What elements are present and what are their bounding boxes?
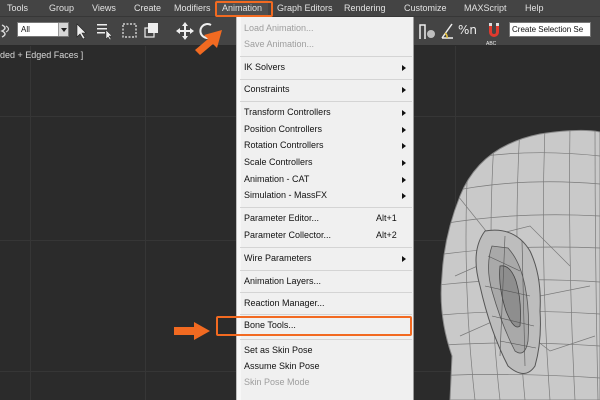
viewport-shading-label[interactable]: ded + Edged Faces ] [0,50,83,60]
submenu-arrow-icon [402,65,406,71]
arrow-to-animation-menu-icon [195,30,222,55]
menu-item-parameter-collector[interactable]: Parameter Collector... [244,230,331,241]
submenu-arrow-icon [402,87,406,93]
chevron-down-icon [58,23,68,36]
submenu-arrow-icon [402,177,406,183]
menu-item-scale-controllers[interactable]: Scale Controllers [244,157,313,168]
menu-item-reaction-manager[interactable]: Reaction Manager... [244,298,325,309]
submenu-arrow-icon [402,127,406,133]
menu-item-set-as-skin-pose[interactable]: Set as Skin Pose [244,345,313,356]
submenu-arrow-icon [402,193,406,199]
submenu-arrow-icon [402,110,406,116]
menu-separator [240,314,412,315]
menu-item-parameter-editor[interactable]: Parameter Editor... [244,213,319,224]
menu-tools[interactable]: Tools [7,0,28,17]
grid-line [30,46,31,400]
menu-gutter [237,17,241,400]
head-mesh [440,129,600,400]
menu-item-simulation-massfx[interactable]: Simulation - MassFX [244,190,327,201]
menu-rendering[interactable]: Rendering [344,0,386,17]
menu-item-animation-cat[interactable]: Animation - CAT [244,174,309,185]
menu-item-position-controllers[interactable]: Position Controllers [244,124,322,135]
snap-toggle-icon[interactable] [417,21,437,41]
menu-maxscript[interactable]: MAXScript [464,0,507,17]
animation-menu-highlight-box [215,1,273,17]
menubar: Tools Group Views Create Modifiers Anima… [0,0,600,17]
selection-filter-value: All [21,25,30,34]
edit-named-selection-icon[interactable]: ABC [486,37,504,47]
selection-filter-dropdown[interactable]: All [17,22,69,37]
menu-customize[interactable]: Customize [404,0,447,17]
menu-group[interactable]: Group [49,0,74,17]
select-object-icon[interactable] [74,22,90,40]
menu-modifiers[interactable]: Modifiers [174,0,211,17]
select-by-name-icon[interactable] [96,22,114,40]
submenu-arrow-icon [402,160,406,166]
menu-item-rotation-controllers[interactable]: Rotation Controllers [244,140,324,151]
menu-views[interactable]: Views [92,0,116,17]
menu-separator [240,270,412,271]
menu-graph-editors[interactable]: Graph Editors [277,0,333,17]
menu-create[interactable]: Create [134,0,161,17]
submenu-arrow-icon [402,143,406,149]
menu-help[interactable]: Help [525,0,544,17]
menu-item-load-animation: Load Animation... [244,23,314,33]
percent-snap-icon-label: %n [458,23,478,37]
rectangular-selection-region-icon[interactable] [121,21,139,41]
menu-item-save-animation: Save Animation... [244,39,315,49]
menu-item-transform-controllers[interactable]: Transform Controllers [244,107,331,118]
percent-snap-icon[interactable]: %n [458,22,478,40]
animation-menu [236,17,414,400]
menu-item-constraints[interactable]: Constraints [244,84,290,95]
window-crossing-icon[interactable] [143,21,161,41]
shortcut-parameter-editor: Alt+1 [376,213,397,223]
menu-separator [240,207,412,208]
shortcut-parameter-collector: Alt+2 [376,230,397,240]
arrow-to-bone-tools-icon [174,322,210,340]
menu-separator [240,79,412,80]
menu-item-assume-skin-pose[interactable]: Assume Skin Pose [244,361,320,372]
menu-separator [240,339,412,340]
menu-item-wire-parameters[interactable]: Wire Parameters [244,253,312,264]
menu-separator [240,101,412,102]
bone-tools-highlight-box [216,316,412,336]
bind-space-warp-icon[interactable] [0,23,12,39]
named-selection-set-field[interactable]: Create Selection Se [509,22,591,37]
menu-separator [240,292,412,293]
menu-item-ik-solvers[interactable]: IK Solvers [244,62,285,73]
grid-line [145,46,146,400]
submenu-arrow-icon [402,256,406,262]
menu-item-animation-layers[interactable]: Animation Layers... [244,276,321,287]
angle-snap-icon[interactable] [439,21,455,41]
menu-separator [240,56,412,57]
menu-separator [240,247,412,248]
menu-item-skin-pose-mode: Skin Pose Mode [244,377,310,387]
